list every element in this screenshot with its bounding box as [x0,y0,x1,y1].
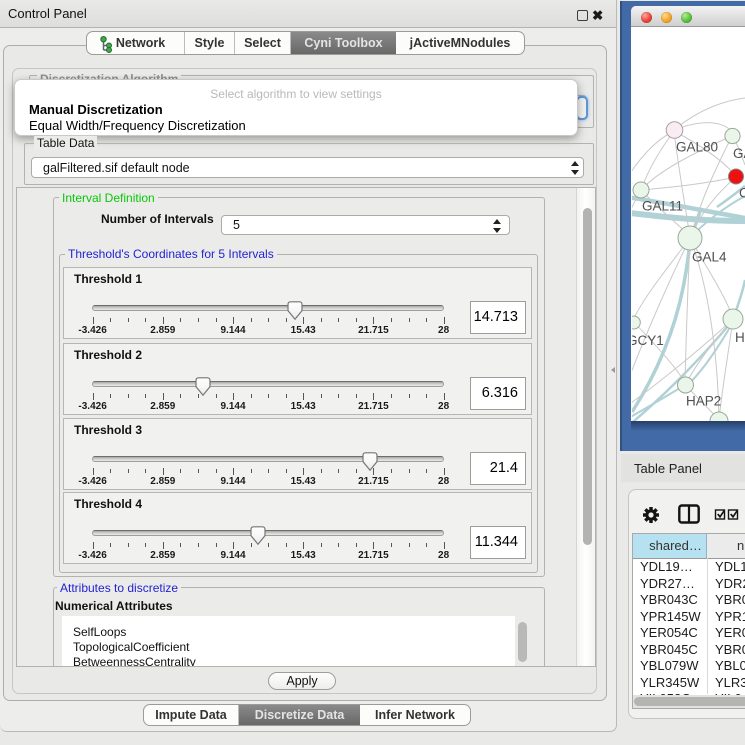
svg-text:GAL11: GAL11 [642,199,683,214]
svg-text:H: H [735,330,745,345]
svg-text:GAL80: GAL80 [676,140,718,155]
svg-text:HAP2: HAP2 [686,394,721,409]
svg-text:GCY1: GCY1 [632,333,664,348]
svg-text:GA: GA [733,146,745,161]
svg-text:C: C [739,186,745,201]
svg-text:GAL4: GAL4 [692,250,727,265]
